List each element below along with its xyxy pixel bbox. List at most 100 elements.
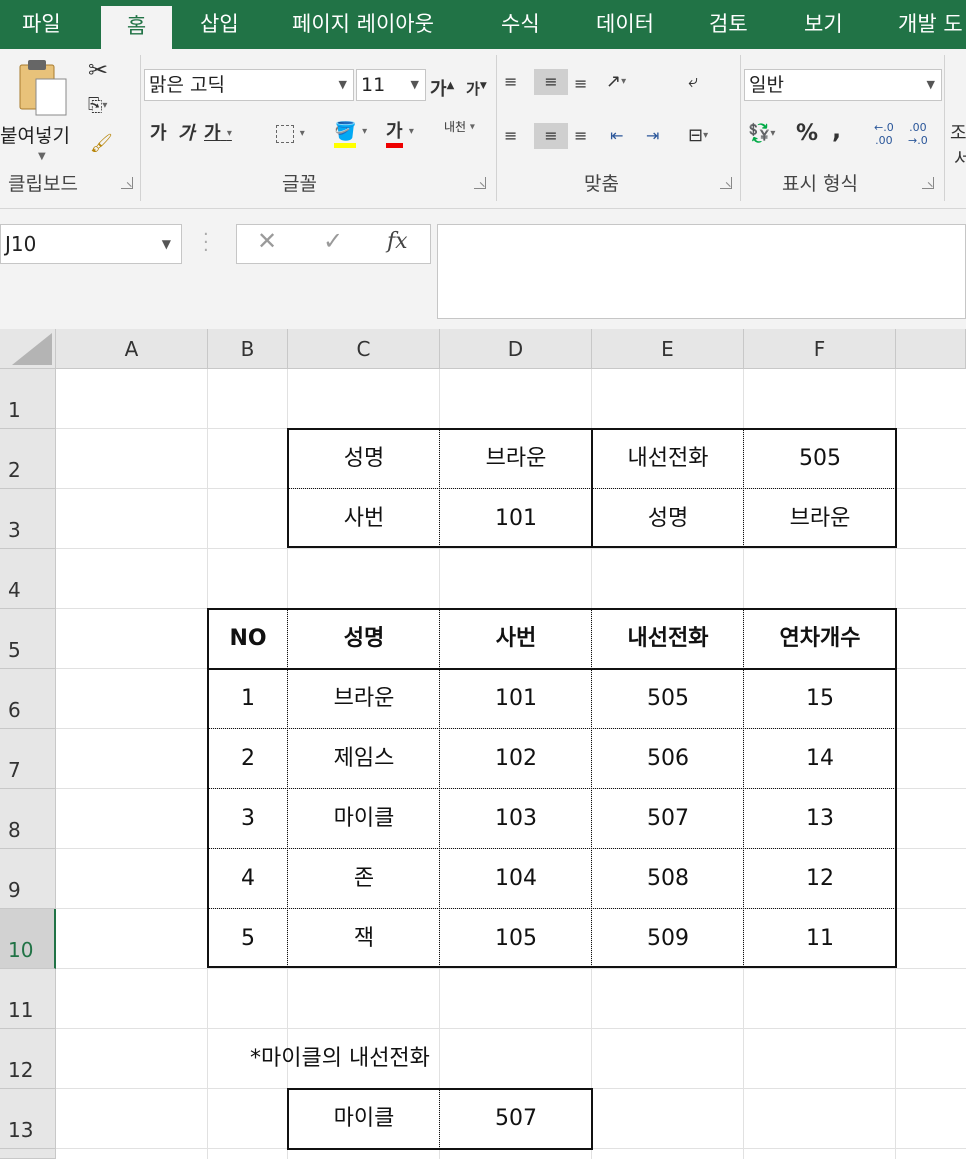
lookup-cell[interactable]: 성명 xyxy=(288,429,440,489)
clipboard-launcher-icon[interactable] xyxy=(121,177,133,189)
lookup-cell[interactable]: 내선전화 xyxy=(592,429,744,489)
column-header-a[interactable]: A xyxy=(56,329,208,369)
table-cell[interactable]: 4 xyxy=(208,849,288,909)
lookup-cell[interactable]: 브라운 xyxy=(440,429,592,489)
result-name-cell[interactable]: 마이클 xyxy=(288,1089,440,1149)
insert-function-icon[interactable]: fx xyxy=(387,229,408,254)
row-header-12[interactable]: 12 xyxy=(0,1029,56,1089)
lookup-cell[interactable]: 505 xyxy=(744,429,896,489)
tab-home[interactable]: 홈 xyxy=(101,6,172,49)
align-center-icon[interactable]: ≡ xyxy=(534,123,568,149)
bold-button[interactable]: 가 xyxy=(150,121,167,147)
name-box[interactable]: J10 ▼ xyxy=(0,224,182,264)
worksheet-grid[interactable]: A B C D E F 1 2 3 4 5 6 7 8 9 10 11 12 1… xyxy=(0,329,966,1159)
table-cell[interactable]: 103 xyxy=(440,789,592,849)
table-cell[interactable]: 15 xyxy=(744,669,896,729)
fill-color-button[interactable]: 🪣 ▾ xyxy=(334,119,367,148)
table-cell[interactable]: 제임스 xyxy=(288,729,440,789)
formula-input[interactable] xyxy=(437,224,966,319)
row-header-3[interactable]: 3 xyxy=(0,489,56,549)
row-header-14[interactable] xyxy=(0,1149,56,1159)
row-header-4[interactable]: 4 xyxy=(0,549,56,609)
table-cell[interactable]: 3 xyxy=(208,789,288,849)
paste-button[interactable]: 붙여넣기 ▼ xyxy=(0,57,78,167)
orientation-icon[interactable]: ↗▾ xyxy=(606,69,626,95)
table-header-cell[interactable]: 사번 xyxy=(440,609,592,669)
align-right-icon[interactable]: ≡ xyxy=(574,123,587,149)
column-header-b[interactable]: B xyxy=(208,329,288,369)
phonetic-button[interactable]: 내천 ▾ xyxy=(444,121,475,134)
note-text[interactable]: *마이클의 내선전화 xyxy=(250,1029,590,1089)
font-color-button[interactable]: 가 ▾ xyxy=(386,119,414,148)
table-cell[interactable]: 104 xyxy=(440,849,592,909)
table-cell[interactable]: 5 xyxy=(208,909,288,969)
lookup-cell[interactable]: 성명 xyxy=(592,489,744,549)
lookup-cell[interactable]: 브라운 xyxy=(744,489,896,549)
font-name-select[interactable]: 맑은 고딕 ▼ xyxy=(144,69,354,101)
lookup-cell[interactable]: 101 xyxy=(440,489,592,549)
drag-handle-icon[interactable]: · · · xyxy=(203,226,209,260)
table-cell[interactable]: 509 xyxy=(592,909,744,969)
accounting-format-icon[interactable]: 💱▾ xyxy=(748,121,775,147)
row-header-2[interactable]: 2 xyxy=(0,429,56,489)
table-cell[interactable]: 14 xyxy=(744,729,896,789)
table-cell[interactable]: 12 xyxy=(744,849,896,909)
table-cell[interactable]: 505 xyxy=(592,669,744,729)
column-header-f[interactable]: F xyxy=(744,329,896,369)
cancel-icon[interactable]: ✕ xyxy=(257,227,277,255)
table-cell[interactable]: 101 xyxy=(440,669,592,729)
table-cell[interactable]: 2 xyxy=(208,729,288,789)
tab-page-layout[interactable]: 페이지 레이아웃 xyxy=(292,0,434,49)
table-header-cell[interactable]: NO xyxy=(208,609,288,669)
row-header-11[interactable]: 11 xyxy=(0,969,56,1029)
tab-review[interactable]: 검토 xyxy=(709,0,748,49)
percent-style-button[interactable]: % xyxy=(796,121,818,147)
row-header-7[interactable]: 7 xyxy=(0,729,56,789)
tab-developer[interactable]: 개발 도 xyxy=(898,0,963,49)
border-button[interactable]: ▾ xyxy=(276,121,305,147)
table-cell[interactable]: 존 xyxy=(288,849,440,909)
alignment-launcher-icon[interactable] xyxy=(720,177,732,189)
increase-indent-icon[interactable]: ⇥ xyxy=(646,123,659,149)
row-header-8[interactable]: 8 xyxy=(0,789,56,849)
select-all-button[interactable] xyxy=(0,329,56,369)
decrease-decimal-icon[interactable]: .00 →.0 xyxy=(908,121,928,147)
table-cell[interactable]: 1 xyxy=(208,669,288,729)
table-header-cell[interactable]: 내선전화 xyxy=(592,609,744,669)
column-header-e[interactable]: E xyxy=(592,329,744,369)
tab-insert[interactable]: 삽입 xyxy=(200,0,239,49)
table-cell[interactable]: 506 xyxy=(592,729,744,789)
number-format-select[interactable]: 일반 ▼ xyxy=(744,69,942,101)
table-cell[interactable]: 11 xyxy=(744,909,896,969)
tab-formulas[interactable]: 수식 xyxy=(501,0,540,49)
row-header-13[interactable]: 13 xyxy=(0,1089,56,1149)
result-value-cell[interactable]: 507 xyxy=(440,1089,592,1149)
decrease-indent-icon[interactable]: ⇤ xyxy=(610,123,623,149)
table-header-cell[interactable]: 연차개수 xyxy=(744,609,896,669)
column-header-d[interactable]: D xyxy=(440,329,592,369)
copy-icon[interactable]: ⎘▾ xyxy=(88,93,107,119)
table-cell[interactable]: 브라운 xyxy=(288,669,440,729)
format-painter-icon[interactable]: 🖌 xyxy=(90,131,113,157)
grow-font-button[interactable]: 가▲ xyxy=(430,73,454,103)
row-header-1[interactable]: 1 xyxy=(0,369,56,429)
table-cell[interactable]: 508 xyxy=(592,849,744,909)
row-header-10[interactable]: 10 xyxy=(0,909,56,969)
table-cell[interactable]: 마이클 xyxy=(288,789,440,849)
tab-file[interactable]: 파일 xyxy=(22,0,61,49)
italic-button[interactable]: 가 xyxy=(178,121,195,147)
column-header-g[interactable] xyxy=(896,329,966,369)
tab-data[interactable]: 데이터 xyxy=(596,0,654,49)
table-cell[interactable]: 13 xyxy=(744,789,896,849)
column-header-c[interactable]: C xyxy=(288,329,440,369)
underline-button[interactable]: 가 ▾ xyxy=(204,121,232,147)
conditional-format-label[interactable]: 조 xyxy=(950,121,966,147)
row-header-9[interactable]: 9 xyxy=(0,849,56,909)
table-cell[interactable]: 105 xyxy=(440,909,592,969)
table-cell[interactable]: 102 xyxy=(440,729,592,789)
font-size-select[interactable]: 11 ▼ xyxy=(356,69,426,101)
cut-icon[interactable]: ✂ xyxy=(88,57,108,83)
table-cell[interactable]: 잭 xyxy=(288,909,440,969)
align-left-icon[interactable]: ≡ xyxy=(504,123,517,149)
row-header-6[interactable]: 6 xyxy=(0,669,56,729)
